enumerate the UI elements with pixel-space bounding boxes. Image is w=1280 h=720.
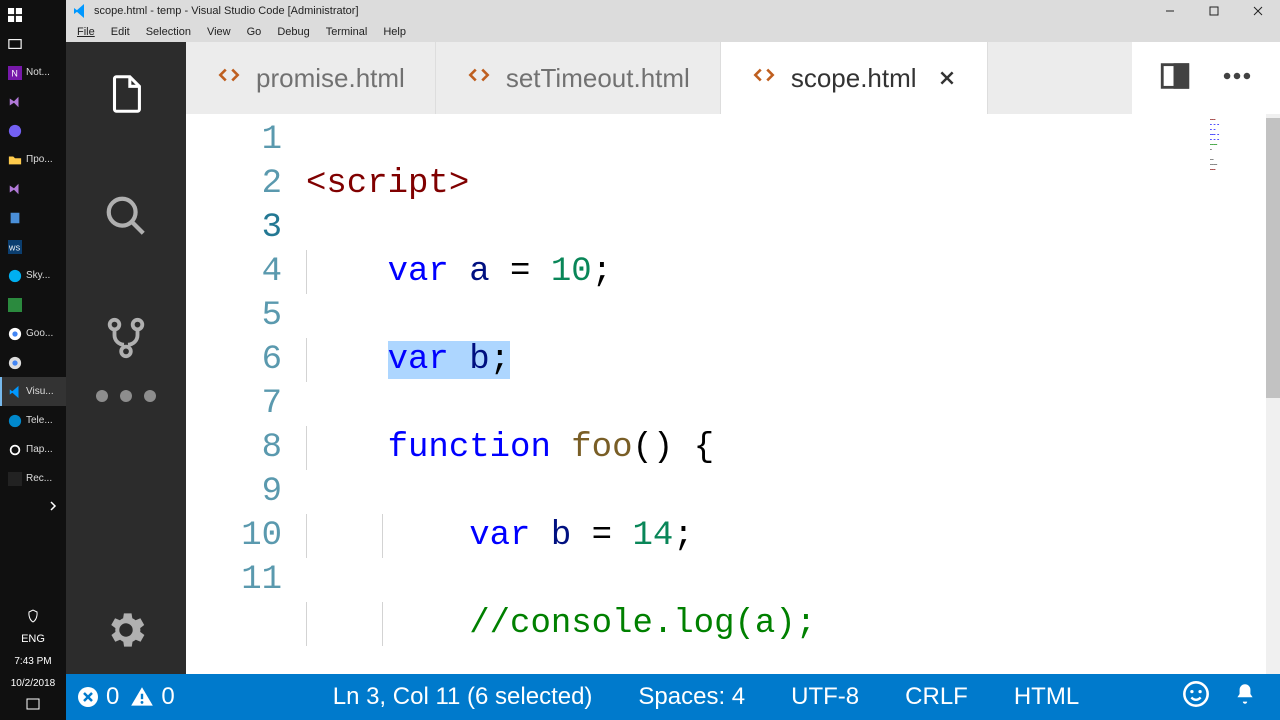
visualstudio-icon	[8, 95, 22, 109]
language-indicator[interactable]: ENG	[0, 628, 66, 650]
gear-icon	[8, 443, 22, 457]
tab-scope[interactable]: scope.html	[721, 42, 988, 114]
taskbar-app-onenote[interactable]: NNot...	[0, 58, 66, 87]
viber-icon	[8, 124, 22, 138]
error-icon	[76, 685, 100, 709]
notifications-button[interactable]	[0, 694, 66, 716]
clock-time[interactable]: 7:43 PM	[0, 650, 66, 672]
record-icon	[8, 472, 22, 486]
minimap[interactable]: ▬▬▬▬ ▬ ▬▬ ▬▬▬▬ ▬ ▬ ▬ ▬ ▬▬▬▬▬▬▬▬▬▬▬▬▬▬	[1210, 118, 1266, 178]
code-area[interactable]: <script> var a = 10; var b; function foo…	[306, 114, 1280, 674]
tab-settimeout[interactable]: setTimeout.html	[436, 42, 721, 114]
terminal-icon	[8, 298, 22, 312]
start-button[interactable]	[0, 0, 66, 29]
search-button[interactable]	[96, 186, 156, 246]
onenote-icon: N	[8, 66, 22, 80]
split-editor-button[interactable]	[1158, 59, 1192, 98]
taskbar-app-settings[interactable]: Пар...	[0, 435, 66, 464]
taskbar-app-chrome2[interactable]	[0, 348, 66, 377]
vertical-scrollbar[interactable]	[1266, 114, 1280, 674]
tab-bar: promise.html setTimeout.html scope.html	[186, 42, 1280, 114]
scrollbar-thumb[interactable]	[1266, 118, 1280, 398]
menu-debug[interactable]: Debug	[270, 25, 316, 39]
svg-text:WS: WS	[9, 245, 21, 252]
menu-edit[interactable]: Edit	[104, 25, 137, 39]
errors-indicator[interactable]: 0	[76, 683, 119, 711]
settings-button[interactable]	[96, 600, 156, 660]
taskbar-app-viber[interactable]	[0, 116, 66, 145]
taskbar-app-vs2[interactable]	[0, 174, 66, 203]
skype-icon	[8, 269, 22, 283]
menu-selection[interactable]: Selection	[139, 25, 198, 39]
taskbar-app-vs[interactable]	[0, 87, 66, 116]
window-title: scope.html - temp - Visual Studio Code […	[94, 5, 359, 17]
code-editor[interactable]: 1 2 3 4 5 6 7 8 9 10 11 <script> var a =…	[186, 114, 1280, 674]
windows-taskbar: NNot... Про... WS Sky... Goo... Visu... …	[0, 0, 66, 720]
visualstudio-icon	[8, 182, 22, 196]
minimize-button[interactable]	[1148, 0, 1192, 22]
taskbar-app-rec[interactable]: Rec...	[0, 464, 66, 493]
smiley-icon	[1182, 680, 1210, 708]
status-bar: 0 0 Ln 3, Col 11 (6 selected) Spaces: 4 …	[66, 674, 1280, 720]
dot-icon	[96, 390, 108, 402]
titlebar[interactable]: scope.html - temp - Visual Studio Code […	[66, 0, 1280, 22]
menu-terminal[interactable]: Terminal	[319, 25, 375, 39]
windows-icon	[8, 8, 22, 22]
clock-date: 10/2/2018	[0, 672, 66, 694]
warning-icon	[129, 684, 155, 710]
taskbar-app-cmd[interactable]	[0, 290, 66, 319]
taskbar-app-files[interactable]	[0, 203, 66, 232]
vscode-window: scope.html - temp - Visual Studio Code […	[66, 0, 1280, 720]
indentation-indicator[interactable]: Spaces: 4	[630, 683, 753, 711]
taskbar-app-vscode[interactable]: Visu...	[0, 377, 66, 406]
telegram-icon	[8, 414, 22, 428]
folder-icon	[8, 153, 22, 167]
taskbar-app-ws[interactable]: WS	[0, 232, 66, 261]
language-mode[interactable]: HTML	[1006, 683, 1087, 711]
maximize-button[interactable]	[1192, 0, 1236, 22]
encoding-indicator[interactable]: UTF-8	[783, 683, 867, 711]
bell-icon	[1232, 681, 1258, 707]
chrome-icon	[8, 356, 22, 370]
eol-indicator[interactable]: CRLF	[897, 683, 976, 711]
html-file-icon	[751, 62, 777, 95]
chrome-icon	[8, 327, 22, 341]
taskbar-overflow-chevron[interactable]	[0, 493, 66, 519]
dot-icon	[120, 390, 132, 402]
html-file-icon	[216, 62, 242, 95]
source-control-button[interactable]	[96, 308, 156, 368]
more-actions-button[interactable]	[1220, 59, 1254, 98]
menu-help[interactable]: Help	[376, 25, 413, 39]
vscode-icon	[8, 385, 22, 399]
activity-overflow[interactable]	[96, 390, 156, 402]
taskbar-app-telegram[interactable]: Tele...	[0, 406, 66, 435]
cursor-position[interactable]: Ln 3, Col 11 (6 selected)	[325, 683, 601, 711]
feedback-button[interactable]	[1182, 680, 1210, 715]
close-tab-button[interactable]	[937, 68, 957, 88]
menubar: File Edit Selection View Go Debug Termin…	[66, 22, 1280, 42]
vscode-icon	[72, 3, 88, 19]
editor-area: promise.html setTimeout.html scope.html	[186, 42, 1280, 674]
menu-view[interactable]: View	[200, 25, 238, 39]
tab-promise[interactable]: promise.html	[186, 42, 436, 114]
taskbar-app-skype[interactable]: Sky...	[0, 261, 66, 290]
menu-file[interactable]: File	[70, 25, 102, 39]
html-file-icon	[466, 62, 492, 95]
taskbar-app-chrome[interactable]: Goo...	[0, 319, 66, 348]
line-gutter: 1 2 3 4 5 6 7 8 9 10 11	[186, 114, 306, 674]
webstorm-icon: WS	[8, 240, 22, 254]
file-icon	[8, 211, 22, 225]
menu-go[interactable]: Go	[240, 25, 269, 39]
activity-bar	[66, 42, 186, 674]
warnings-indicator[interactable]: 0	[129, 683, 174, 711]
action-center-icon[interactable]	[0, 606, 66, 628]
taskview-button[interactable]	[0, 29, 66, 58]
close-button[interactable]	[1236, 0, 1280, 22]
svg-text:N: N	[12, 68, 18, 78]
explorer-button[interactable]	[96, 64, 156, 124]
taskbar-app-explorer[interactable]: Про...	[0, 145, 66, 174]
notifications-button[interactable]	[1232, 681, 1258, 714]
taskview-icon	[8, 37, 22, 51]
dot-icon	[144, 390, 156, 402]
